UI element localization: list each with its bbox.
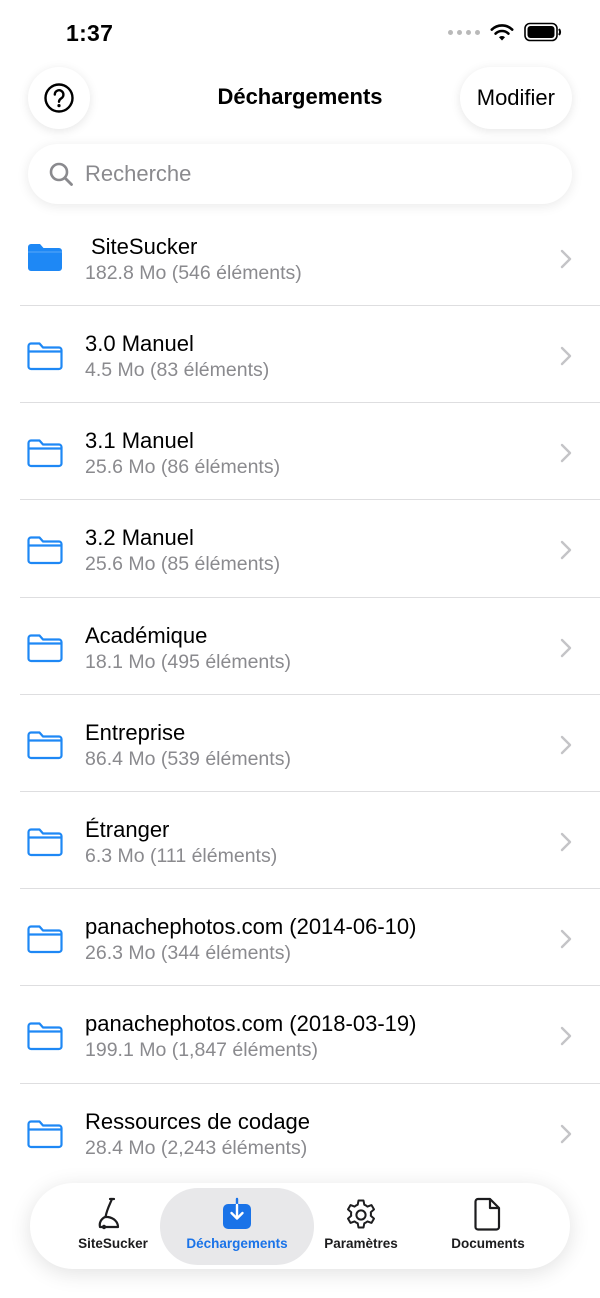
chevron-right-icon — [560, 541, 572, 560]
folder-name: Entreprise — [85, 719, 186, 745]
folder-name: 3.0 Manuel — [85, 331, 194, 356]
folder-outline-icon — [27, 536, 63, 565]
tab-dechargements[interactable]: Déchargements — [160, 1183, 314, 1269]
tab-label: Documents — [451, 1236, 525, 1251]
folder-outline-icon — [27, 1022, 63, 1051]
folder-name: panachephotos.com (2018-03-19) — [85, 1011, 417, 1037]
search-placeholder: Recherche — [85, 161, 192, 186]
tab-label: SiteSucker — [78, 1236, 148, 1251]
folder-details: 6.3 Mo (111 éléments) — [85, 844, 278, 867]
battery-icon — [524, 22, 562, 42]
folder-outline-icon — [27, 731, 63, 759]
tab-bar: SiteSucker Déchargements Paramètres Docu… — [30, 1183, 570, 1269]
chevron-right-icon — [560, 735, 572, 754]
chevron-right-icon — [560, 1027, 572, 1046]
tab-parametres[interactable]: Paramètres — [311, 1183, 411, 1269]
tab-documents[interactable]: Documents — [438, 1183, 538, 1269]
folder-outline-icon — [27, 439, 63, 468]
list-item[interactable]: SiteSucker 182.8 Mo (546 éléments) — [0, 222, 600, 306]
list-item[interactable]: Étranger 6.3 Mo (111 éléments) — [0, 792, 600, 890]
list-item[interactable]: 3.0 Manuel 4.5 Mo (83 éléments) — [0, 306, 600, 404]
search-icon — [49, 162, 73, 186]
folder-list: SiteSucker 182.8 Mo (546 éléments) 3.0 M… — [0, 222, 600, 1181]
folder-details: 4.5 Mo (83 éléments) — [85, 359, 270, 381]
cellular-signal-icon — [448, 29, 480, 35]
chevron-right-icon — [560, 832, 572, 852]
status-bar: 1:37 — [0, 0, 600, 64]
wifi-icon — [490, 24, 514, 41]
folder-details: 28.4 Mo (2,243 éléments) — [85, 1136, 308, 1159]
folder-name: Ressources de codage — [85, 1108, 311, 1134]
folder-details: 25.6 Mo (86 éléments) — [85, 456, 281, 479]
status-time: 1:37 — [66, 20, 114, 46]
chevron-right-icon — [560, 346, 572, 366]
edit-button[interactable]: Modifier — [459, 67, 572, 129]
folder-outline-icon — [27, 633, 63, 662]
tab-label: Paramètres — [324, 1236, 398, 1251]
tab-label: Déchargements — [186, 1236, 288, 1251]
folder-filled-icon — [28, 244, 62, 271]
download-icon — [223, 1197, 251, 1229]
folder-name: SiteSucker — [91, 234, 198, 259]
list-item[interactable]: panachephotos.com (2018-03-19) 199.1 Mo … — [0, 986, 600, 1084]
document-icon — [474, 1197, 501, 1231]
gear-icon — [347, 1199, 375, 1229]
chevron-right-icon — [560, 638, 572, 657]
folder-outline-icon — [27, 828, 63, 857]
list-item[interactable]: Entreprise 86.4 Mo (539 éléments) — [0, 695, 600, 792]
chevron-right-icon — [560, 1124, 572, 1143]
list-item[interactable]: Ressources de codage 28.4 Mo (2,243 élém… — [0, 1084, 600, 1181]
folder-outline-icon — [27, 342, 63, 371]
folder-details: 18.1 Mo (495 éléments) — [85, 650, 291, 673]
folder-details: 25.6 Mo (85 éléments) — [85, 553, 281, 576]
chevron-right-icon — [560, 929, 572, 949]
folder-outline-icon — [27, 1119, 63, 1148]
tab-sitesucker[interactable]: SiteSucker — [63, 1183, 163, 1269]
folder-name: panachephotos.com (2014-06-10) — [85, 914, 417, 940]
chevron-right-icon — [560, 249, 572, 269]
folder-details: 199.1 Mo (1,847 éléments) — [85, 1039, 319, 1062]
chevron-right-icon — [560, 443, 572, 463]
status-icons — [448, 22, 562, 42]
search-field[interactable]: Recherche — [28, 144, 572, 204]
folder-details: 86.4 Mo (539 éléments) — [85, 747, 291, 770]
folder-name: Académique — [85, 622, 208, 648]
list-item[interactable]: Académique 18.1 Mo (495 éléments) — [0, 598, 600, 695]
list-item[interactable]: 3.1 Manuel 25.6 Mo (86 éléments) — [0, 403, 600, 501]
folder-details: 182.8 Mo (546 éléments) — [85, 262, 302, 284]
navigation-bar: Déchargements Modifier — [0, 64, 600, 134]
folder-details: 26.3 Mo (344 éléments) — [85, 942, 291, 965]
folder-outline-icon — [27, 925, 63, 954]
folder-name: 3.2 Manuel — [85, 525, 194, 551]
vacuum-icon — [98, 1197, 120, 1230]
list-item[interactable]: panachephotos.com (2014-06-10) 26.3 Mo (… — [0, 889, 600, 987]
folder-name: 3.1 Manuel — [85, 428, 194, 454]
folder-name: Étranger — [85, 816, 170, 842]
list-item[interactable]: 3.2 Manuel 25.6 Mo (85 éléments) — [0, 500, 600, 598]
